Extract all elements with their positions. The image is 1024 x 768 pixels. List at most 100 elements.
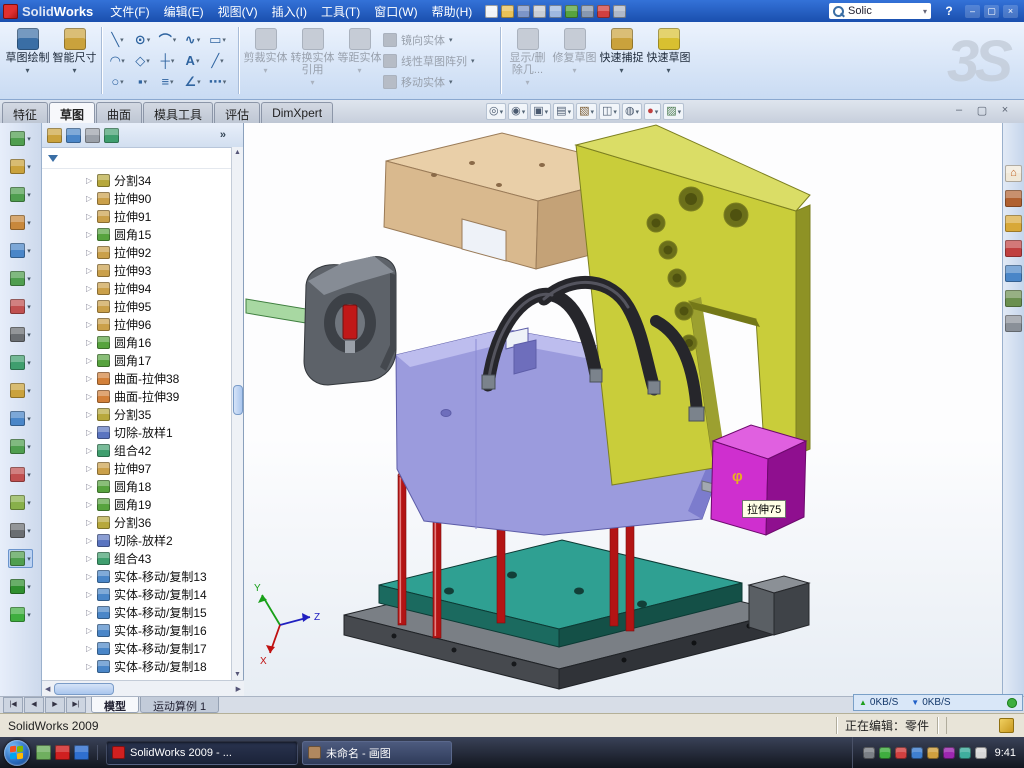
toolbar-button[interactable]: ▾ — [8, 465, 33, 484]
titlebar-tool-icon[interactable] — [517, 5, 530, 18]
help-button[interactable]: ? — [941, 4, 957, 18]
tree-item[interactable]: ▷ 实体-移动/复制14 — [42, 585, 243, 603]
expand-arrow-icon[interactable]: ▷ — [86, 626, 97, 635]
expand-arrow-icon[interactable]: ▷ — [86, 374, 97, 383]
ribbon-button[interactable]: 快速捕捉 ▾ — [598, 24, 645, 97]
meter-badge-icon[interactable] — [1007, 698, 1017, 708]
titlebar-tool-icon[interactable] — [613, 5, 626, 18]
tree-item[interactable]: ▷ 圆角15 — [42, 225, 243, 243]
tree-item[interactable]: ▷ 曲面-拉伸38 — [42, 369, 243, 387]
ribbon-button[interactable]: 修复草图 ▾ — [551, 24, 598, 97]
tree-item[interactable]: ▷ 拉伸94 — [42, 279, 243, 297]
tree-item[interactable]: ▷ 实体-移动/复制15 — [42, 603, 243, 621]
tree-item[interactable]: ▷ 分割36 — [42, 513, 243, 531]
part-clamp-yellow[interactable] — [576, 125, 810, 485]
quick-launch-icon[interactable] — [55, 745, 70, 760]
expand-arrow-icon[interactable]: ▷ — [86, 428, 97, 437]
dropdown-icon[interactable]: ▾ — [27, 303, 31, 311]
dropdown-icon[interactable]: ▾ — [27, 555, 31, 563]
start-button[interactable] — [4, 740, 30, 766]
dropdown-icon[interactable]: ▾ — [72, 65, 76, 77]
expand-arrow-icon[interactable]: ▷ — [86, 554, 97, 563]
ribbon-button[interactable]: 智能尺寸 ▾ — [51, 24, 98, 97]
titlebar-tool-icon[interactable] — [581, 5, 594, 18]
ribbon-button[interactable]: 等距实体 ▾ — [336, 24, 383, 97]
hud-tool-button[interactable]: ▧ ▾ — [576, 103, 597, 120]
menu-item[interactable]: 编辑(E) — [157, 1, 211, 22]
dropdown-icon[interactable]: ▾ — [25, 65, 29, 77]
expand-arrow-icon[interactable]: ▷ — [86, 212, 97, 221]
sketch-tool-button[interactable]: ◇ ▾ — [130, 50, 155, 71]
tray-icon[interactable] — [911, 747, 923, 759]
toolbar-button[interactable]: ▾ — [8, 381, 33, 400]
sketch-tool-button[interactable]: ∿ ▾ — [180, 29, 205, 50]
tray-icon[interactable] — [927, 747, 939, 759]
scroll-down-icon[interactable]: ▼ — [232, 671, 243, 678]
tree-item[interactable]: ▷ 实体-移动/复制17 — [42, 639, 243, 657]
commandmanager-tab[interactable]: 评估 — [214, 102, 260, 123]
tree-item[interactable]: ▷ 实体-移动/复制13 — [42, 567, 243, 585]
dropdown-icon[interactable]: ▾ — [27, 191, 31, 199]
tree-vertical-scrollbar[interactable]: ▲ ▼ — [231, 147, 243, 680]
dropdown-icon[interactable]: ▾ — [147, 36, 151, 44]
tree-item[interactable]: ▷ 分割35 — [42, 405, 243, 423]
tray-icon[interactable] — [959, 747, 971, 759]
dropdown-icon[interactable]: ▾ — [27, 611, 31, 619]
model-tab[interactable]: 模型 — [91, 697, 139, 713]
part-cam-gray[interactable] — [304, 256, 396, 385]
panel-overflow-button[interactable]: » — [220, 129, 226, 141]
tree-item[interactable]: ▷ 分割34 — [42, 171, 243, 189]
tree-item[interactable]: ▷ 拉伸97 — [42, 459, 243, 477]
toolbar-button[interactable]: ▾ — [8, 549, 33, 568]
expand-arrow-icon[interactable]: ▷ — [86, 500, 97, 509]
titlebar-tool-icon[interactable] — [533, 5, 546, 18]
expand-arrow-icon[interactable]: ▷ — [86, 662, 97, 671]
dropdown-icon[interactable]: ▾ — [144, 78, 148, 86]
quick-launch-icon[interactable] — [74, 745, 89, 760]
ribbon-button[interactable]: 显示/删除几... ▾ — [504, 24, 551, 97]
expand-arrow-icon[interactable]: ▷ — [86, 392, 97, 401]
hud-tool-button[interactable]: ◉ ▾ — [508, 103, 528, 120]
expand-arrow-icon[interactable]: ▷ — [86, 482, 97, 491]
minimize-button[interactable]: – — [965, 5, 980, 18]
toolbar-button[interactable]: ▾ — [8, 325, 33, 344]
hud-tool-button[interactable]: ◎ ▾ — [486, 103, 506, 120]
menu-item[interactable]: 文件(F) — [103, 1, 156, 22]
dropdown-icon[interactable]: ▾ — [27, 163, 31, 171]
quick-launch-icon[interactable] — [36, 745, 51, 760]
ribbon-button[interactable]: 移动实体 ▾ — [383, 73, 497, 90]
expand-arrow-icon[interactable]: ▷ — [86, 608, 97, 617]
custom-properties-icon[interactable] — [1005, 315, 1022, 332]
tree-item[interactable]: ▷ 拉伸95 — [42, 297, 243, 315]
sketch-tool-button[interactable]: ▪ ▾ — [130, 71, 155, 92]
tree-item[interactable]: ▷ 曲面-拉伸39 — [42, 387, 243, 405]
toolbar-button[interactable]: ▾ — [8, 241, 33, 260]
part-support-block-gray[interactable] — [749, 576, 809, 635]
toolbar-button[interactable]: ▾ — [8, 577, 33, 596]
sketch-tool-button[interactable]: ╱ ▾ — [205, 50, 230, 71]
ribbon-button[interactable]: 线性草图阵列 ▾ — [383, 52, 497, 69]
appearances-icon[interactable] — [1005, 265, 1022, 282]
scroll-up-icon[interactable]: ▲ — [232, 149, 243, 156]
tree-item[interactable]: ▷ 拉伸93 — [42, 261, 243, 279]
document-window-button[interactable]: × — [998, 104, 1012, 117]
taskbar-task-button[interactable]: SolidWorks 2009 - ... — [106, 741, 298, 765]
tree-filter-row[interactable] — [42, 148, 243, 169]
menu-item[interactable]: 视图(V) — [211, 1, 265, 22]
dropdown-icon[interactable]: ▾ — [357, 65, 361, 77]
menu-item[interactable]: 帮助(H) — [425, 1, 480, 22]
search-dropdown-icon[interactable]: ▾ — [923, 7, 927, 16]
titlebar-tool-icon[interactable] — [485, 5, 498, 18]
status-tag-icon[interactable] — [999, 718, 1014, 733]
tray-icon[interactable] — [863, 747, 875, 759]
task-pane-home-icon[interactable]: ⌂ — [1005, 165, 1022, 182]
toolbar-button[interactable]: ▾ — [8, 157, 33, 176]
expand-arrow-icon[interactable]: ▷ — [86, 536, 97, 545]
dropdown-icon[interactable]: ▾ — [27, 135, 31, 143]
tray-icon[interactable] — [975, 747, 987, 759]
tree-item[interactable]: ▷ 圆角18 — [42, 477, 243, 495]
menu-item[interactable]: 工具(T) — [314, 1, 367, 22]
hud-tool-button[interactable]: ◍ ▾ — [622, 103, 642, 120]
scene-icon[interactable] — [1005, 290, 1022, 307]
dropdown-icon[interactable]: ▾ — [471, 57, 475, 65]
